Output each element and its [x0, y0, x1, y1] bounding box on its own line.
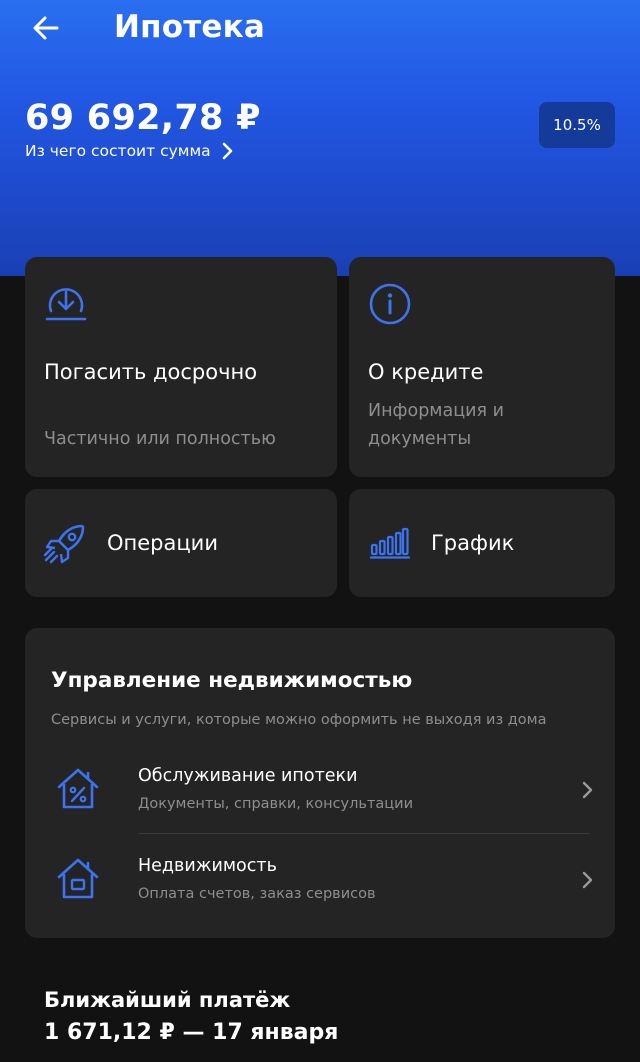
- arrow-left-icon: [33, 16, 59, 40]
- real-estate-title: Недвижимость: [138, 856, 277, 876]
- list-divider: [138, 833, 590, 834]
- prepay-card[interactable]: Погасить досрочно Частично или полностью: [25, 257, 337, 477]
- house-icon: [57, 858, 99, 899]
- chevron-right-icon: [582, 781, 593, 799]
- rocket-icon: [43, 524, 85, 564]
- prepay-title: Погасить досрочно: [44, 360, 258, 384]
- interest-rate-badge: 10.5%: [539, 102, 615, 148]
- operations-card[interactable]: Операции: [25, 489, 337, 597]
- debt-amount: 69 692,78 ₽: [25, 98, 261, 138]
- property-management-section: Управление недвижимостью Сервисы и услуг…: [25, 628, 615, 938]
- chevron-right-icon: [582, 871, 593, 889]
- amount-breakdown-label: Из чего состоит сумма: [25, 142, 211, 160]
- schedule-title: График: [431, 531, 515, 555]
- next-payment-block: Ближайший платёж 1 671,12 ₽ — 17 января: [44, 988, 338, 1045]
- info-circle-icon: [369, 283, 411, 325]
- loan-info-subtitle-1: Информация и: [368, 401, 504, 421]
- download-circle-icon: [45, 288, 87, 321]
- mortgage-service-item[interactable]: Обслуживание ипотеки Документы, справки,…: [25, 766, 615, 856]
- loan-info-subtitle-2: документы: [368, 429, 472, 449]
- section-title: Управление недвижимостью: [51, 668, 413, 693]
- prepay-subtitle: Частично или полностью: [44, 429, 276, 449]
- real-estate-subtitle: Оплата счетов, заказ сервисов: [138, 886, 376, 902]
- loan-info-title: О кредите: [368, 360, 484, 384]
- mortgage-service-title: Обслуживание ипотеки: [138, 766, 358, 786]
- operations-title: Операции: [107, 531, 218, 555]
- header-panel: Ипотека 69 692,78 ₽ Из чего состоит сумм…: [0, 0, 640, 276]
- mortgage-service-subtitle: Документы, справки, консультации: [138, 796, 414, 812]
- schedule-card[interactable]: График: [349, 489, 615, 597]
- mortgage-screen: Ипотека 69 692,78 ₽ Из чего состоит сумм…: [0, 0, 640, 1062]
- page-title: Ипотека: [114, 9, 266, 45]
- next-payment-value: 1 671,12 ₽ — 17 января: [44, 1020, 339, 1045]
- section-subtitle: Сервисы и услуги, которые можно оформить…: [51, 712, 547, 728]
- bar-chart-icon: [370, 527, 410, 559]
- next-payment-label: Ближайший платёж: [44, 988, 291, 1012]
- loan-info-card[interactable]: О кредите Информация и документы: [349, 257, 615, 477]
- real-estate-item[interactable]: Недвижимость Оплата счетов, заказ сервис…: [25, 856, 615, 946]
- amount-breakdown-link[interactable]: Из чего состоит сумма: [25, 142, 233, 160]
- back-button[interactable]: [26, 8, 66, 48]
- chevron-right-icon: [222, 142, 232, 160]
- house-percent-icon: [57, 768, 99, 809]
